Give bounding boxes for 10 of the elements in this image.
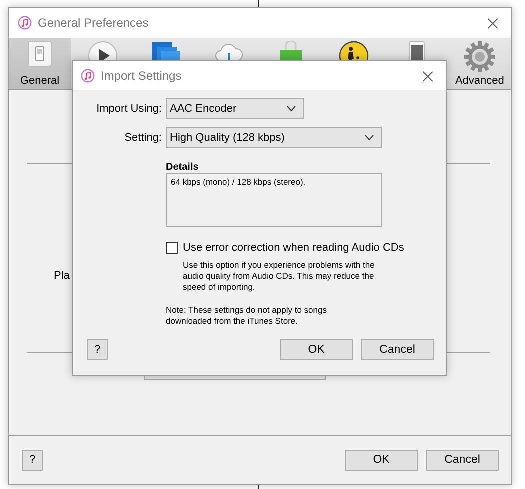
hint-text: Use this option if you experience problems with the audio quality from Audio CDs. This may reduce the speed of importing.: [183, 260, 376, 293]
window-title: General Preferences: [38, 16, 149, 30]
note-text: Note: These settings do not apply to songs downloaded from the iTunes Store.: [166, 305, 328, 327]
checkbox-label: Use error correction when reading Audio CDs: [183, 242, 404, 254]
field-label: Setting:: [124, 132, 162, 144]
field-label: Pla: [54, 270, 70, 282]
dialog-title: Import Settings: [101, 68, 182, 82]
field-label: Import Using:: [96, 102, 162, 114]
section-label: Details: [166, 162, 200, 173]
details-text: 64 kbps (mono) / 128 kbps (stereo).: [171, 177, 306, 187]
